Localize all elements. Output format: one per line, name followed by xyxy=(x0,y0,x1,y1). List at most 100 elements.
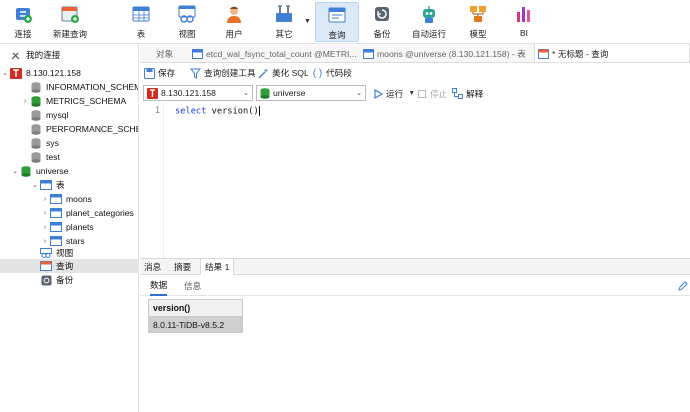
tree-views[interactable]: 视图 xyxy=(0,246,138,260)
chevron-right-icon[interactable]: › xyxy=(40,210,50,217)
text-cursor xyxy=(258,106,260,116)
new-query-button[interactable]: 新建查询 xyxy=(52,2,88,42)
tree-table-moons[interactable]: › moons xyxy=(0,192,138,206)
beautify-sql-button[interactable]: 美化 SQL xyxy=(258,63,309,83)
run-button[interactable]: 运行 ▼ xyxy=(372,84,415,103)
navicat-window: 连接 新建查询 表 视图 用户 其它 ▼ 查询 备份 自动运行 模型 BI 我的… xyxy=(0,0,690,412)
tree-tables-folder[interactable]: ⌄ 表 xyxy=(0,178,138,192)
database-icon xyxy=(30,137,42,149)
database-icon xyxy=(30,95,42,107)
query-toolbar: 保存 查询创建工具 美化 SQL ( ) 代码段 xyxy=(140,63,690,83)
table-icon xyxy=(50,236,62,247)
result-tabs: 消息 摘要 结果 1 xyxy=(140,258,690,275)
stop-icon xyxy=(416,88,427,99)
chevron-down-icon[interactable]: ⌄ xyxy=(10,167,20,175)
run-dropdown-icon[interactable]: ▼ xyxy=(408,90,415,97)
chevron-down-icon: ⌄ xyxy=(356,90,362,97)
result-cell[interactable]: 8.0.11-TiDB-v8.5.2 xyxy=(148,317,243,333)
tree-backups[interactable]: 备份 xyxy=(0,273,138,287)
result-subtabs: 数据 信息 xyxy=(140,276,690,296)
tab-info[interactable]: 信息 xyxy=(184,276,201,296)
chevron-down-icon[interactable]: ⌄ xyxy=(0,69,10,77)
connections-icon xyxy=(10,50,22,61)
play-icon xyxy=(372,88,383,99)
view-icon xyxy=(177,4,197,24)
automation-button[interactable]: 自动运行 xyxy=(410,2,448,42)
document-tabs: 对象 etcd_wal_fsync_total_count @METRI... … xyxy=(140,44,690,63)
tab-etcd-wal[interactable]: etcd_wal_fsync_total_count @METRI... xyxy=(192,44,362,62)
explain-button[interactable]: 解释 xyxy=(452,84,483,103)
chevron-right-icon[interactable]: › xyxy=(40,224,50,231)
plug-icon xyxy=(13,4,33,24)
table-icon xyxy=(50,194,62,205)
user-icon xyxy=(224,4,244,24)
tidb-connection-icon xyxy=(147,87,158,99)
other-dropdown-icon[interactable]: ▼ xyxy=(304,18,311,25)
tab-messages[interactable]: 消息 xyxy=(140,259,165,275)
table-icon xyxy=(50,222,62,233)
database-icon xyxy=(30,151,42,163)
chevron-right-icon[interactable]: › xyxy=(40,238,50,245)
brackets-icon: ( ) xyxy=(312,67,323,79)
view-button[interactable]: 视图 xyxy=(171,2,203,42)
chevron-down-icon[interactable]: ⌄ xyxy=(30,181,40,189)
query-builder-button[interactable]: 查询创建工具 xyxy=(190,63,256,83)
sql-editor[interactable]: 1 select version() xyxy=(140,103,690,258)
stop-button[interactable]: 停止 xyxy=(416,84,447,103)
connect-button[interactable]: 连接 xyxy=(6,2,40,42)
query-icon xyxy=(40,261,52,272)
backup-button[interactable]: 备份 xyxy=(366,2,398,42)
new-query-icon xyxy=(60,4,80,24)
table-icon xyxy=(50,208,62,219)
backup-icon xyxy=(372,4,392,24)
query-button[interactable]: 查询 xyxy=(315,2,359,42)
explain-icon xyxy=(452,88,463,99)
sql-code-line[interactable]: select version() xyxy=(175,106,260,117)
tree-db-sys[interactable]: sys xyxy=(0,136,138,150)
database-icon xyxy=(260,87,270,99)
bi-chart-icon xyxy=(514,4,534,24)
column-header[interactable]: version() xyxy=(148,299,243,317)
model-button[interactable]: 模型 xyxy=(462,2,494,42)
robot-icon xyxy=(419,4,439,24)
model-icon xyxy=(468,4,488,24)
chevron-right-icon[interactable]: › xyxy=(20,98,30,105)
line-number-gutter: 1 xyxy=(140,103,164,258)
chevron-down-icon: ⌄ xyxy=(243,90,249,97)
edit-icon[interactable] xyxy=(678,281,688,291)
tree-db-metrics-schema[interactable]: › METRICS_SCHEMA xyxy=(0,94,138,108)
tree-db-performance-schema[interactable]: PERFORMANCE_SCHEMA xyxy=(0,122,138,136)
user-button[interactable]: 用户 xyxy=(218,2,250,42)
database-icon xyxy=(30,123,42,135)
tab-objects[interactable]: 对象 xyxy=(156,44,190,62)
connection-bar: 8.130.121.158 ⌄ universe ⌄ 运行 ▼ 停止 解释 xyxy=(140,84,690,103)
tree-table-planets[interactable]: › planets xyxy=(0,220,138,234)
table-icon xyxy=(131,4,151,24)
chevron-right-icon[interactable]: › xyxy=(40,196,50,203)
other-button[interactable]: 其它 xyxy=(268,2,300,42)
main-toolbar: 连接 新建查询 表 视图 用户 其它 ▼ 查询 备份 自动运行 模型 BI xyxy=(0,0,690,44)
tree-db-test[interactable]: test xyxy=(0,150,138,164)
tab-untitled-query[interactable]: * 无标题 - 查询 xyxy=(534,44,690,62)
database-select[interactable]: universe ⌄ xyxy=(256,85,366,101)
tab-moons[interactable]: moons @universe (8.130.121.158) - 表 xyxy=(363,44,533,62)
tree-connection[interactable]: ⌄ 8.130.121.158 xyxy=(0,66,138,80)
bi-button[interactable]: BI xyxy=(508,2,540,42)
my-connections-row[interactable]: 我的连接 xyxy=(0,48,138,62)
tab-data[interactable]: 数据 xyxy=(150,276,168,296)
table-button[interactable]: 表 xyxy=(125,2,157,42)
tree-db-universe[interactable]: ⌄ universe xyxy=(0,164,138,178)
query-icon xyxy=(538,48,549,59)
code-snippet-button[interactable]: ( ) 代码段 xyxy=(312,63,352,83)
table-icon xyxy=(40,180,52,191)
tree-table-planet-categories[interactable]: › planet_categories xyxy=(0,206,138,220)
tree-queries[interactable]: 查询 xyxy=(0,259,138,273)
database-icon xyxy=(30,109,42,121)
tab-summary[interactable]: 摘要 xyxy=(170,259,195,275)
save-button[interactable]: 保存 xyxy=(144,63,175,83)
tree-db-mysql[interactable]: mysql xyxy=(0,108,138,122)
tree-db-information-schema[interactable]: INFORMATION_SCHEMA xyxy=(0,80,138,94)
connection-select[interactable]: 8.130.121.158 ⌄ xyxy=(143,85,253,101)
tab-result-1[interactable]: 结果 1 xyxy=(200,259,235,275)
database-icon xyxy=(20,165,32,177)
